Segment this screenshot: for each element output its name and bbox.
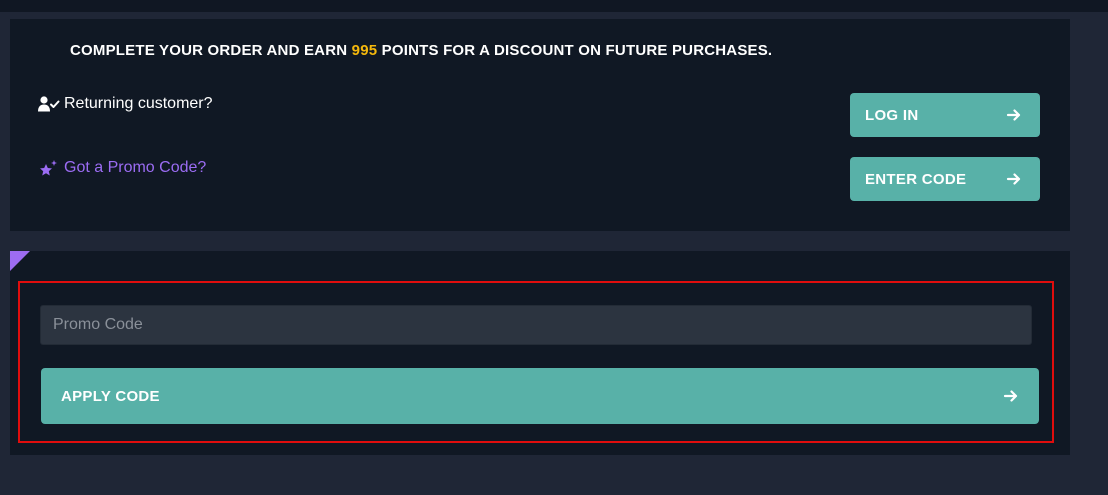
promo-code-panel: APPLY CODE bbox=[10, 251, 1070, 455]
enter-code-button-label: ENTER CODE bbox=[865, 170, 967, 188]
points-headline: COMPLETE YOUR ORDER AND EARN 995 POINTS … bbox=[70, 42, 772, 59]
returning-customer-row: Returning customer? bbox=[38, 95, 213, 113]
apply-code-button[interactable]: APPLY CODE bbox=[41, 368, 1039, 424]
arrow-right-icon bbox=[1006, 107, 1022, 123]
apply-code-button-label: APPLY CODE bbox=[61, 387, 160, 405]
enter-code-button[interactable]: ENTER CODE bbox=[850, 157, 1040, 201]
log-in-button-label: LOG IN bbox=[865, 106, 919, 124]
checkout-options-panel: COMPLETE YOUR ORDER AND EARN 995 POINTS … bbox=[10, 19, 1070, 231]
user-check-icon bbox=[38, 95, 60, 113]
arrow-right-icon bbox=[1003, 388, 1019, 404]
promo-code-label[interactable]: Got a Promo Code? bbox=[64, 159, 206, 177]
corner-accent bbox=[10, 251, 30, 271]
log-in-button[interactable]: LOG IN bbox=[850, 93, 1040, 137]
arrow-right-icon bbox=[1006, 171, 1022, 187]
headline-text-start: COMPLETE YOUR ORDER AND EARN bbox=[70, 42, 352, 59]
points-value: 995 bbox=[351, 42, 378, 59]
returning-customer-label: Returning customer? bbox=[64, 95, 213, 112]
promo-code-row[interactable]: Got a Promo Code? bbox=[38, 159, 206, 177]
promo-code-input[interactable] bbox=[40, 305, 1032, 345]
top-bar bbox=[0, 0, 1108, 12]
headline-text-end: POINTS FOR A DISCOUNT ON FUTURE PURCHASE… bbox=[377, 42, 773, 59]
sparkle-star-icon bbox=[38, 159, 60, 177]
